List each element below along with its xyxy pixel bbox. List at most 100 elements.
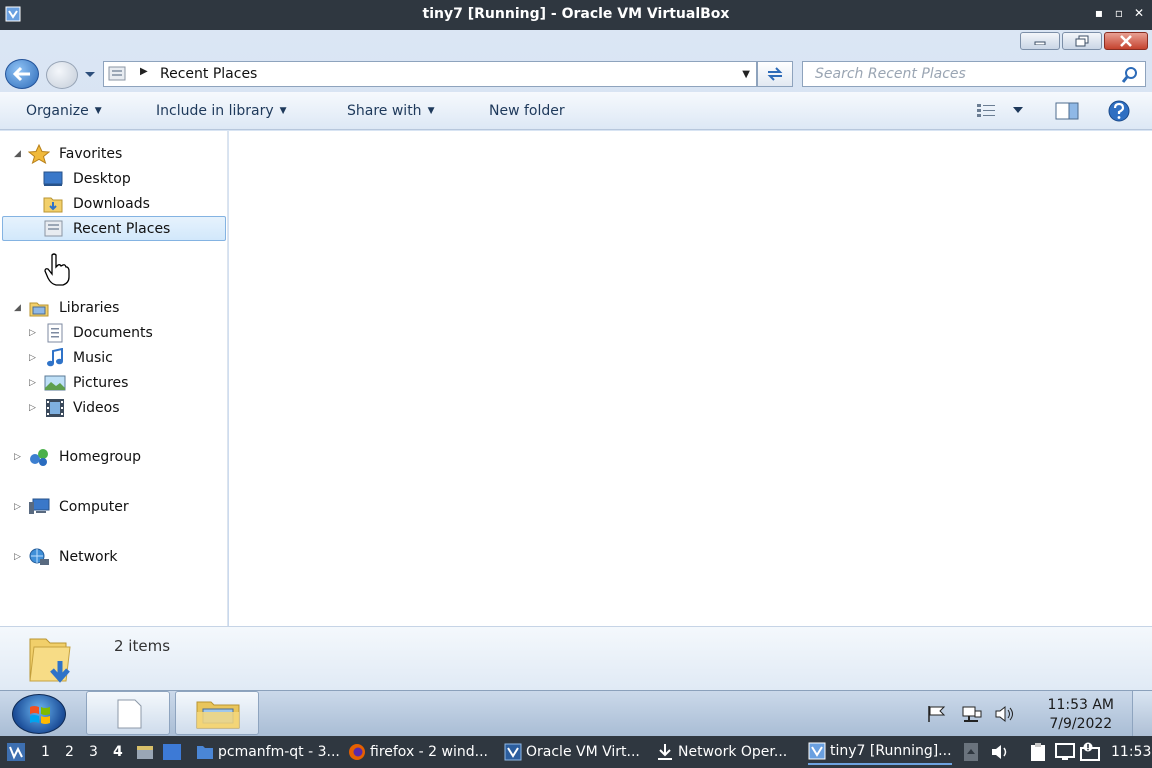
homegroup-icon	[30, 449, 48, 466]
address-row: ▶ Recent Places ▼	[0, 56, 1152, 92]
tree-label: Computer	[59, 499, 129, 515]
tree-label: Pictures	[73, 375, 129, 391]
file-manager-launcher-icon[interactable]	[136, 743, 154, 761]
include-in-library-button[interactable]: Include in library ▼	[156, 103, 287, 119]
task-firefox[interactable]: firefox - 2 wind...	[348, 739, 488, 765]
expand-arrow-icon[interactable]: ▷	[14, 552, 21, 562]
pictures-icon	[44, 375, 66, 391]
minimize-button[interactable]: ▪	[1092, 6, 1106, 20]
search-icon[interactable]	[1121, 66, 1139, 84]
computer-icon	[29, 498, 50, 514]
close-button[interactable]: ✕	[1132, 6, 1146, 20]
tree-item-homegroup[interactable]: ▷ Homegroup	[0, 445, 226, 469]
recent-pages-dropdown[interactable]	[83, 66, 97, 82]
guest-minimize-button[interactable]	[1020, 32, 1060, 50]
panel-scroll-icon[interactable]	[963, 742, 979, 762]
network-tray-icon[interactable]	[960, 705, 982, 723]
forward-button[interactable]	[46, 61, 78, 89]
volume-icon[interactable]	[990, 743, 1010, 761]
search-input[interactable]	[803, 62, 1113, 86]
hand-cursor-icon	[44, 253, 70, 286]
address-history-dropdown[interactable]: ▼	[742, 69, 750, 80]
share-with-button[interactable]: Share with ▼	[347, 103, 434, 119]
task-pcmanfm[interactable]: pcmanfm-qt - 3...	[196, 739, 340, 765]
new-folder-button[interactable]: New folder	[489, 103, 565, 119]
downloads-folder-icon	[43, 197, 63, 213]
file-list-pane[interactable]	[229, 131, 1152, 626]
clipboard-icon[interactable]	[1028, 742, 1048, 762]
tree-item-pictures[interactable]: ▷ Pictures	[0, 371, 226, 395]
tree-item-downloads[interactable]: Downloads	[0, 192, 226, 216]
action-center-flag-icon[interactable]	[926, 705, 948, 723]
workspace-1-button[interactable]: 1	[41, 744, 50, 760]
guest-close-button[interactable]	[1104, 32, 1148, 50]
preview-pane-icon[interactable]	[1055, 102, 1079, 120]
tree-label: Videos	[73, 400, 120, 416]
taskbar-app-explorer[interactable]	[175, 691, 259, 735]
restore-icon	[1075, 35, 1089, 47]
task-network-operations[interactable]: Network Oper...	[656, 739, 787, 765]
workspace-3-button[interactable]: 3	[89, 744, 98, 760]
tree-item-recent-places[interactable]: Recent Places	[2, 216, 226, 241]
folder-icon	[197, 746, 213, 759]
maximize-button[interactable]: ▫	[1112, 6, 1126, 20]
address-bar[interactable]: ▶ Recent Places ▼	[103, 61, 757, 87]
navigation-pane: ◢ Favorites Desktop Downloads Recent Pla…	[0, 131, 228, 626]
arrow-left-icon	[12, 66, 30, 82]
workspace-2-button[interactable]: 2	[65, 744, 74, 760]
show-desktop-button[interactable]	[1132, 691, 1152, 737]
tree-item-music[interactable]: ▷ Music	[0, 346, 226, 370]
tree-item-documents[interactable]: ▷ Documents	[0, 321, 226, 345]
expand-arrow-icon[interactable]: ▷	[14, 502, 21, 512]
back-button[interactable]	[5, 59, 39, 89]
collapse-arrow-icon[interactable]: ◢	[14, 303, 21, 313]
app-menu-icon[interactable]	[6, 742, 26, 762]
network-icon	[29, 548, 49, 565]
guest-restore-button[interactable]	[1062, 32, 1102, 50]
tree-item-desktop[interactable]: Desktop	[0, 167, 226, 191]
breadcrumb-item[interactable]: Recent Places	[160, 66, 257, 82]
expand-arrow-icon[interactable]: ▷	[29, 353, 36, 363]
host-clock[interactable]: 11:53	[1111, 744, 1151, 760]
document-icon	[117, 699, 142, 729]
refresh-button[interactable]	[757, 61, 793, 87]
view-options-icon[interactable]	[976, 102, 998, 120]
expand-arrow-icon[interactable]: ▷	[29, 328, 36, 338]
guest-clock[interactable]: 11:53 AM 7/9/2022	[1048, 696, 1114, 734]
tree-item-favorites[interactable]: ◢ Favorites	[0, 142, 226, 166]
search-box	[802, 61, 1146, 87]
tree-item-network[interactable]: ▷ Network	[0, 545, 226, 569]
tree-label: Downloads	[73, 196, 150, 212]
recent-places-icon	[44, 220, 63, 237]
command-bar: Organize ▼ Include in library ▼ Share with…	[0, 92, 1152, 130]
task-virtualbox-manager[interactable]: Oracle VM Virt...	[504, 739, 640, 765]
breadcrumb-chevron-icon[interactable]: ▶	[140, 66, 148, 77]
expand-arrow-icon[interactable]: ▷	[29, 378, 36, 388]
notification-icon[interactable]	[1080, 742, 1102, 762]
task-tiny7-vm[interactable]: tiny7 [Running]...	[808, 739, 952, 765]
expand-arrow-icon[interactable]: ▷	[14, 452, 21, 462]
collapse-arrow-icon[interactable]: ◢	[14, 149, 21, 159]
windows-logo-icon	[30, 706, 50, 724]
tree-item-libraries[interactable]: ◢ Libraries	[0, 296, 226, 320]
start-button[interactable]	[12, 694, 66, 734]
organize-button[interactable]: Organize ▼	[26, 103, 102, 119]
details-pane: 2 items	[0, 626, 1152, 690]
documents-icon	[47, 323, 63, 343]
workspace-4-button[interactable]: 4	[113, 744, 123, 760]
vbox-title-bar: tiny7 [Running] - Oracle VM VirtualBox ▪…	[0, 0, 1152, 30]
libraries-icon	[29, 302, 49, 317]
firefox-icon	[349, 744, 365, 760]
organize-label: Organize	[26, 103, 89, 119]
taskbar-app-notepad[interactable]	[86, 691, 170, 735]
tree-item-videos[interactable]: ▷ Videos	[0, 396, 226, 420]
tree-item-computer[interactable]: ▷ Computer	[0, 495, 226, 519]
task-label: tiny7 [Running]...	[830, 743, 952, 759]
volume-icon[interactable]	[994, 705, 1016, 723]
monitor-icon[interactable]	[1055, 742, 1075, 762]
help-icon[interactable]	[1107, 100, 1131, 122]
view-dropdown-icon[interactable]	[1012, 106, 1024, 114]
expand-arrow-icon[interactable]: ▷	[29, 403, 36, 413]
show-desktop-launcher-icon[interactable]	[162, 743, 182, 761]
task-label: Network Oper...	[678, 744, 788, 760]
